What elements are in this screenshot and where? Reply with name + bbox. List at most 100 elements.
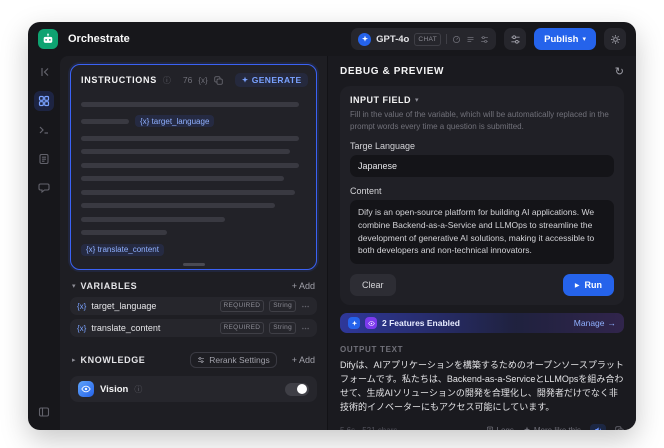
text-to-speech-button[interactable] [590, 423, 606, 430]
feature-icon-1 [348, 317, 360, 330]
app-window: Orchestrate GPT-4o CHAT Publish ▾ INSTRU… [28, 22, 636, 430]
copy-icon[interactable] [214, 75, 223, 85]
chevron-down-icon: ▾ [415, 97, 419, 104]
max-tokens-icon[interactable] [466, 35, 475, 44]
variable-chip-label: translate_content [97, 245, 159, 254]
sliders-icon [197, 356, 205, 364]
vision-icon [78, 381, 94, 397]
page-title: Orchestrate [68, 33, 130, 45]
variable-token: {x} [86, 245, 96, 254]
publish-button[interactable]: Publish ▾ [534, 28, 596, 50]
header-tools-button[interactable] [604, 28, 626, 50]
model-provider-icon [358, 32, 372, 46]
logs-icon [486, 426, 494, 430]
variable-row[interactable]: {x} translate_content REQUIRED String [70, 319, 317, 337]
target-language-select[interactable]: Japanese [350, 155, 614, 178]
model-name: GPT-4o [376, 33, 410, 45]
type-badge[interactable]: String [269, 322, 296, 334]
chevron-down-icon: ▾ [582, 36, 586, 43]
content-label: Content [350, 186, 382, 197]
variable-row[interactable]: {x} target_language REQUIRED String [70, 297, 317, 315]
more-like-this-button[interactable]: More like this [523, 426, 581, 430]
gear-icon [610, 34, 621, 45]
clear-button[interactable]: Clear [350, 274, 396, 297]
skeleton-line [81, 118, 129, 124]
skeleton-line [81, 135, 300, 141]
instructions-header: INSTRUCTIONS ⓘ 76 {x} GENERATE [81, 73, 308, 87]
model-parameters-button[interactable] [504, 28, 527, 50]
skeleton-line [81, 216, 225, 222]
back-icon[interactable] [34, 62, 54, 82]
vision-toggle[interactable] [285, 382, 309, 396]
model-selector[interactable]: GPT-4o CHAT [351, 28, 497, 50]
insert-variable-icon[interactable]: {x} [198, 76, 207, 85]
app-header: Orchestrate GPT-4o CHAT Publish ▾ [28, 22, 636, 56]
collapse-panel-icon[interactable] [34, 402, 54, 422]
input-field-title: INPUT FIELD [350, 95, 411, 105]
skeleton-line [81, 189, 295, 195]
manage-features-button[interactable]: Manage → [574, 318, 616, 328]
variable-menu-icon[interactable] [301, 302, 310, 311]
chevron-down-icon[interactable]: ▾ [72, 282, 76, 290]
plus-icon: + [291, 281, 297, 291]
model-settings-icon[interactable] [480, 35, 489, 44]
sparkle-icon [241, 76, 249, 84]
variable-chip-label: target_language [151, 116, 210, 126]
feature-icon-2 [365, 317, 377, 330]
type-badge[interactable]: String [269, 300, 296, 312]
debug-header: DEBUG & PREVIEW ↻ [340, 56, 624, 86]
rerank-settings-button[interactable]: Rerank Settings [190, 352, 277, 368]
temperature-icon[interactable] [452, 35, 461, 44]
variable-name: translate_content [91, 323, 161, 333]
resize-handle[interactable] [182, 263, 205, 266]
add-label: Add [298, 281, 315, 291]
output-text: Difyは、AIアプリケーションを構築するためのオープンソースプラットフォームで… [340, 360, 624, 412]
sparkle-icon [523, 426, 531, 430]
prompt-content[interactable]: {x} target_language {x} translate_conten… [81, 91, 306, 259]
knowledge-header: ▸ KNOWLEDGE Rerank Settings + Add [72, 352, 315, 368]
copy-output-button[interactable] [615, 426, 624, 430]
skeleton-line [81, 149, 291, 154]
variable-chip[interactable]: {x} target_language [135, 115, 215, 127]
generate-button[interactable]: GENERATE [234, 73, 308, 87]
orchestrate-panel: INSTRUCTIONS ⓘ 76 {x} GENERATE {x} targe… [60, 56, 327, 430]
skeleton-line [81, 176, 284, 181]
chevron-right-icon[interactable]: ▸ [72, 356, 76, 364]
sidebar-item-api[interactable] [34, 120, 54, 140]
logs-button[interactable]: Logs [486, 426, 514, 430]
add-variable-button[interactable]: + Add [292, 281, 315, 291]
refresh-icon[interactable]: ↻ [615, 65, 624, 78]
skeleton-line [81, 101, 300, 107]
output-meta-row: 5.6s · 521 chars Logs More like this [340, 423, 624, 430]
sidebar-item-logs[interactable] [34, 149, 54, 169]
vision-label: Vision [100, 383, 129, 395]
logs-label: Logs [497, 426, 514, 430]
variable-menu-icon[interactable] [301, 324, 310, 333]
rerank-label: Rerank Settings [209, 355, 270, 365]
variables-header: ▾ VARIABLES + Add [72, 281, 315, 291]
app-icon[interactable] [38, 29, 58, 49]
more-like-this-label: More like this [534, 426, 581, 430]
features-count-text: 2 Features Enabled [382, 318, 460, 329]
required-badge: REQUIRED [219, 322, 265, 334]
sidebar-item-orchestrate[interactable] [34, 91, 54, 111]
play-icon: ▶ [574, 282, 580, 289]
variables-title: VARIABLES [80, 281, 138, 291]
run-button[interactable]: ▶ Run [562, 274, 614, 297]
toggle-knob [297, 384, 307, 394]
add-knowledge-button[interactable]: + Add [292, 355, 315, 365]
variable-token: {x} [77, 323, 87, 333]
variable-chip[interactable]: {x} translate_content [81, 243, 164, 256]
add-label: Add [298, 355, 315, 365]
sliders-icon [510, 34, 521, 45]
char-count: 76 [182, 75, 193, 85]
variable-token: {x} [140, 116, 150, 126]
manage-label: Manage [573, 318, 605, 329]
variable-token: {x} [77, 301, 87, 311]
features-bar: 2 Features Enabled Manage → [340, 313, 624, 334]
variable-name: target_language [91, 301, 157, 311]
content-textarea[interactable]: Dify is an open-source platform for buil… [350, 200, 614, 265]
info-icon: ⓘ [134, 384, 143, 394]
sidebar-item-annotations[interactable] [34, 178, 54, 198]
input-field-header[interactable]: INPUT FIELD ▾ [350, 95, 614, 105]
